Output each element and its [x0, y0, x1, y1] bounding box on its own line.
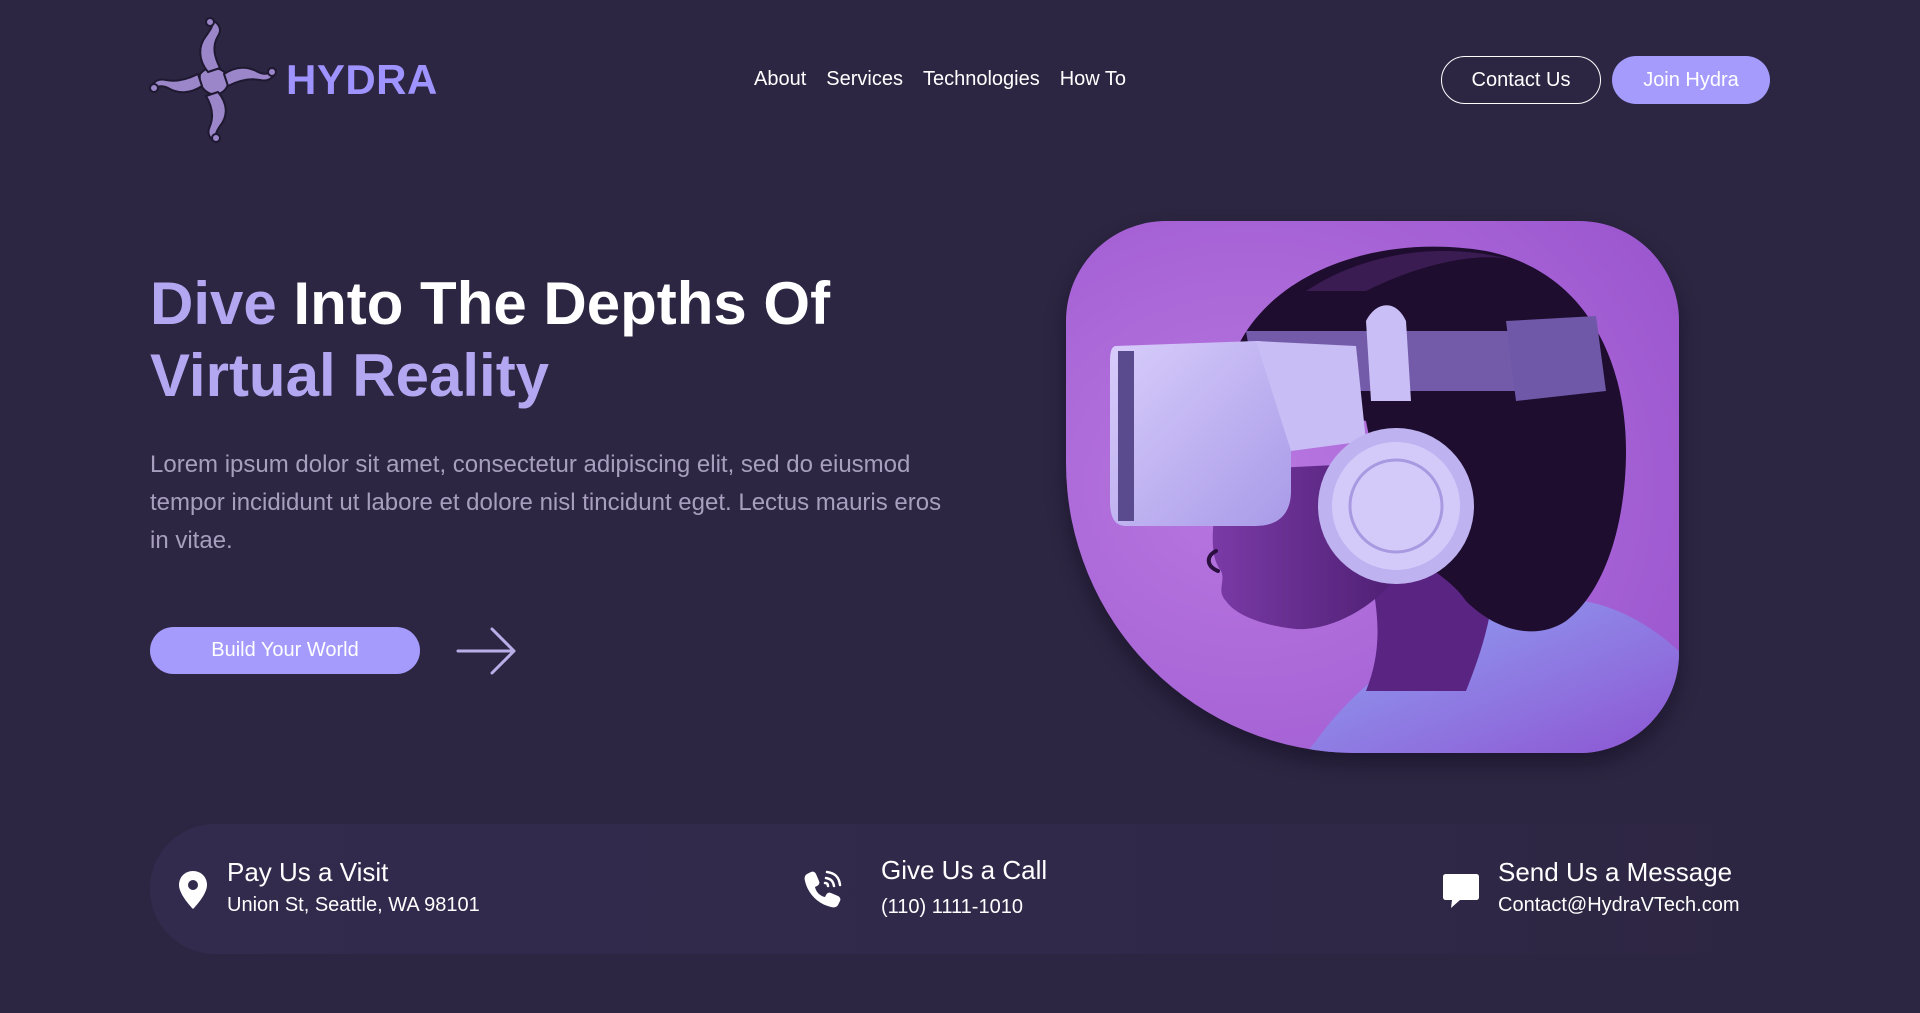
- hero-title: Dive Into The Depths Of Virtual Reality: [150, 268, 910, 412]
- contact-visit-title: Pay Us a Visit: [227, 857, 389, 887]
- phone-icon: [804, 870, 842, 908]
- hero-image: [1066, 221, 1679, 753]
- hydra-logo-icon: [149, 17, 277, 143]
- nav-item-technologies[interactable]: Technologies: [923, 68, 1040, 91]
- join-hydra-button[interactable]: Join Hydra: [1612, 56, 1770, 104]
- contact-us-button[interactable]: Contact Us: [1441, 56, 1601, 104]
- brand-name: HYDRA: [286, 56, 438, 103]
- contact-message-title: Send Us a Message: [1498, 857, 1733, 887]
- contact-visit: Pay Us a Visit Union St, Seattle, WA 981…: [150, 824, 650, 954]
- nav-item-how-to[interactable]: How To: [1060, 68, 1126, 91]
- main-nav: About Services Technologies How To: [754, 68, 1126, 91]
- build-your-world-button[interactable]: Build Your World: [150, 627, 420, 674]
- contact-visit-address: Union St, Seattle, WA 98101: [227, 894, 480, 916]
- contact-call-title: Give Us a Call: [881, 855, 1048, 885]
- logo[interactable]: HYDRA: [148, 16, 438, 144]
- hero-title-main: Into The Depths Of: [276, 270, 831, 337]
- map-pin-icon: [179, 871, 207, 909]
- nav-item-services[interactable]: Services: [826, 68, 903, 91]
- chat-bubble-icon: [1443, 874, 1479, 908]
- hero-description: Lorem ipsum dolor sit amet, consectetur …: [150, 451, 942, 554]
- contact-strip: Pay Us a Visit Union St, Seattle, WA 981…: [150, 824, 1770, 954]
- hero-title-line2: Virtual Reality: [150, 342, 550, 409]
- contact-call-phone: (110) 1111-1010: [881, 896, 1023, 918]
- hero-title-accent: Dive: [150, 270, 277, 337]
- contact-message: Send Us a Message Contact@HydraVTech.com: [1430, 824, 1770, 954]
- contact-message-email[interactable]: Contact@HydraVTech.com: [1498, 894, 1740, 917]
- nav-item-about[interactable]: About: [754, 68, 806, 91]
- contact-call: Give Us a Call (110) 1111-1010: [800, 824, 1220, 954]
- arrow-right-icon[interactable]: [456, 625, 520, 677]
- vr-person-illustration: [1066, 221, 1679, 753]
